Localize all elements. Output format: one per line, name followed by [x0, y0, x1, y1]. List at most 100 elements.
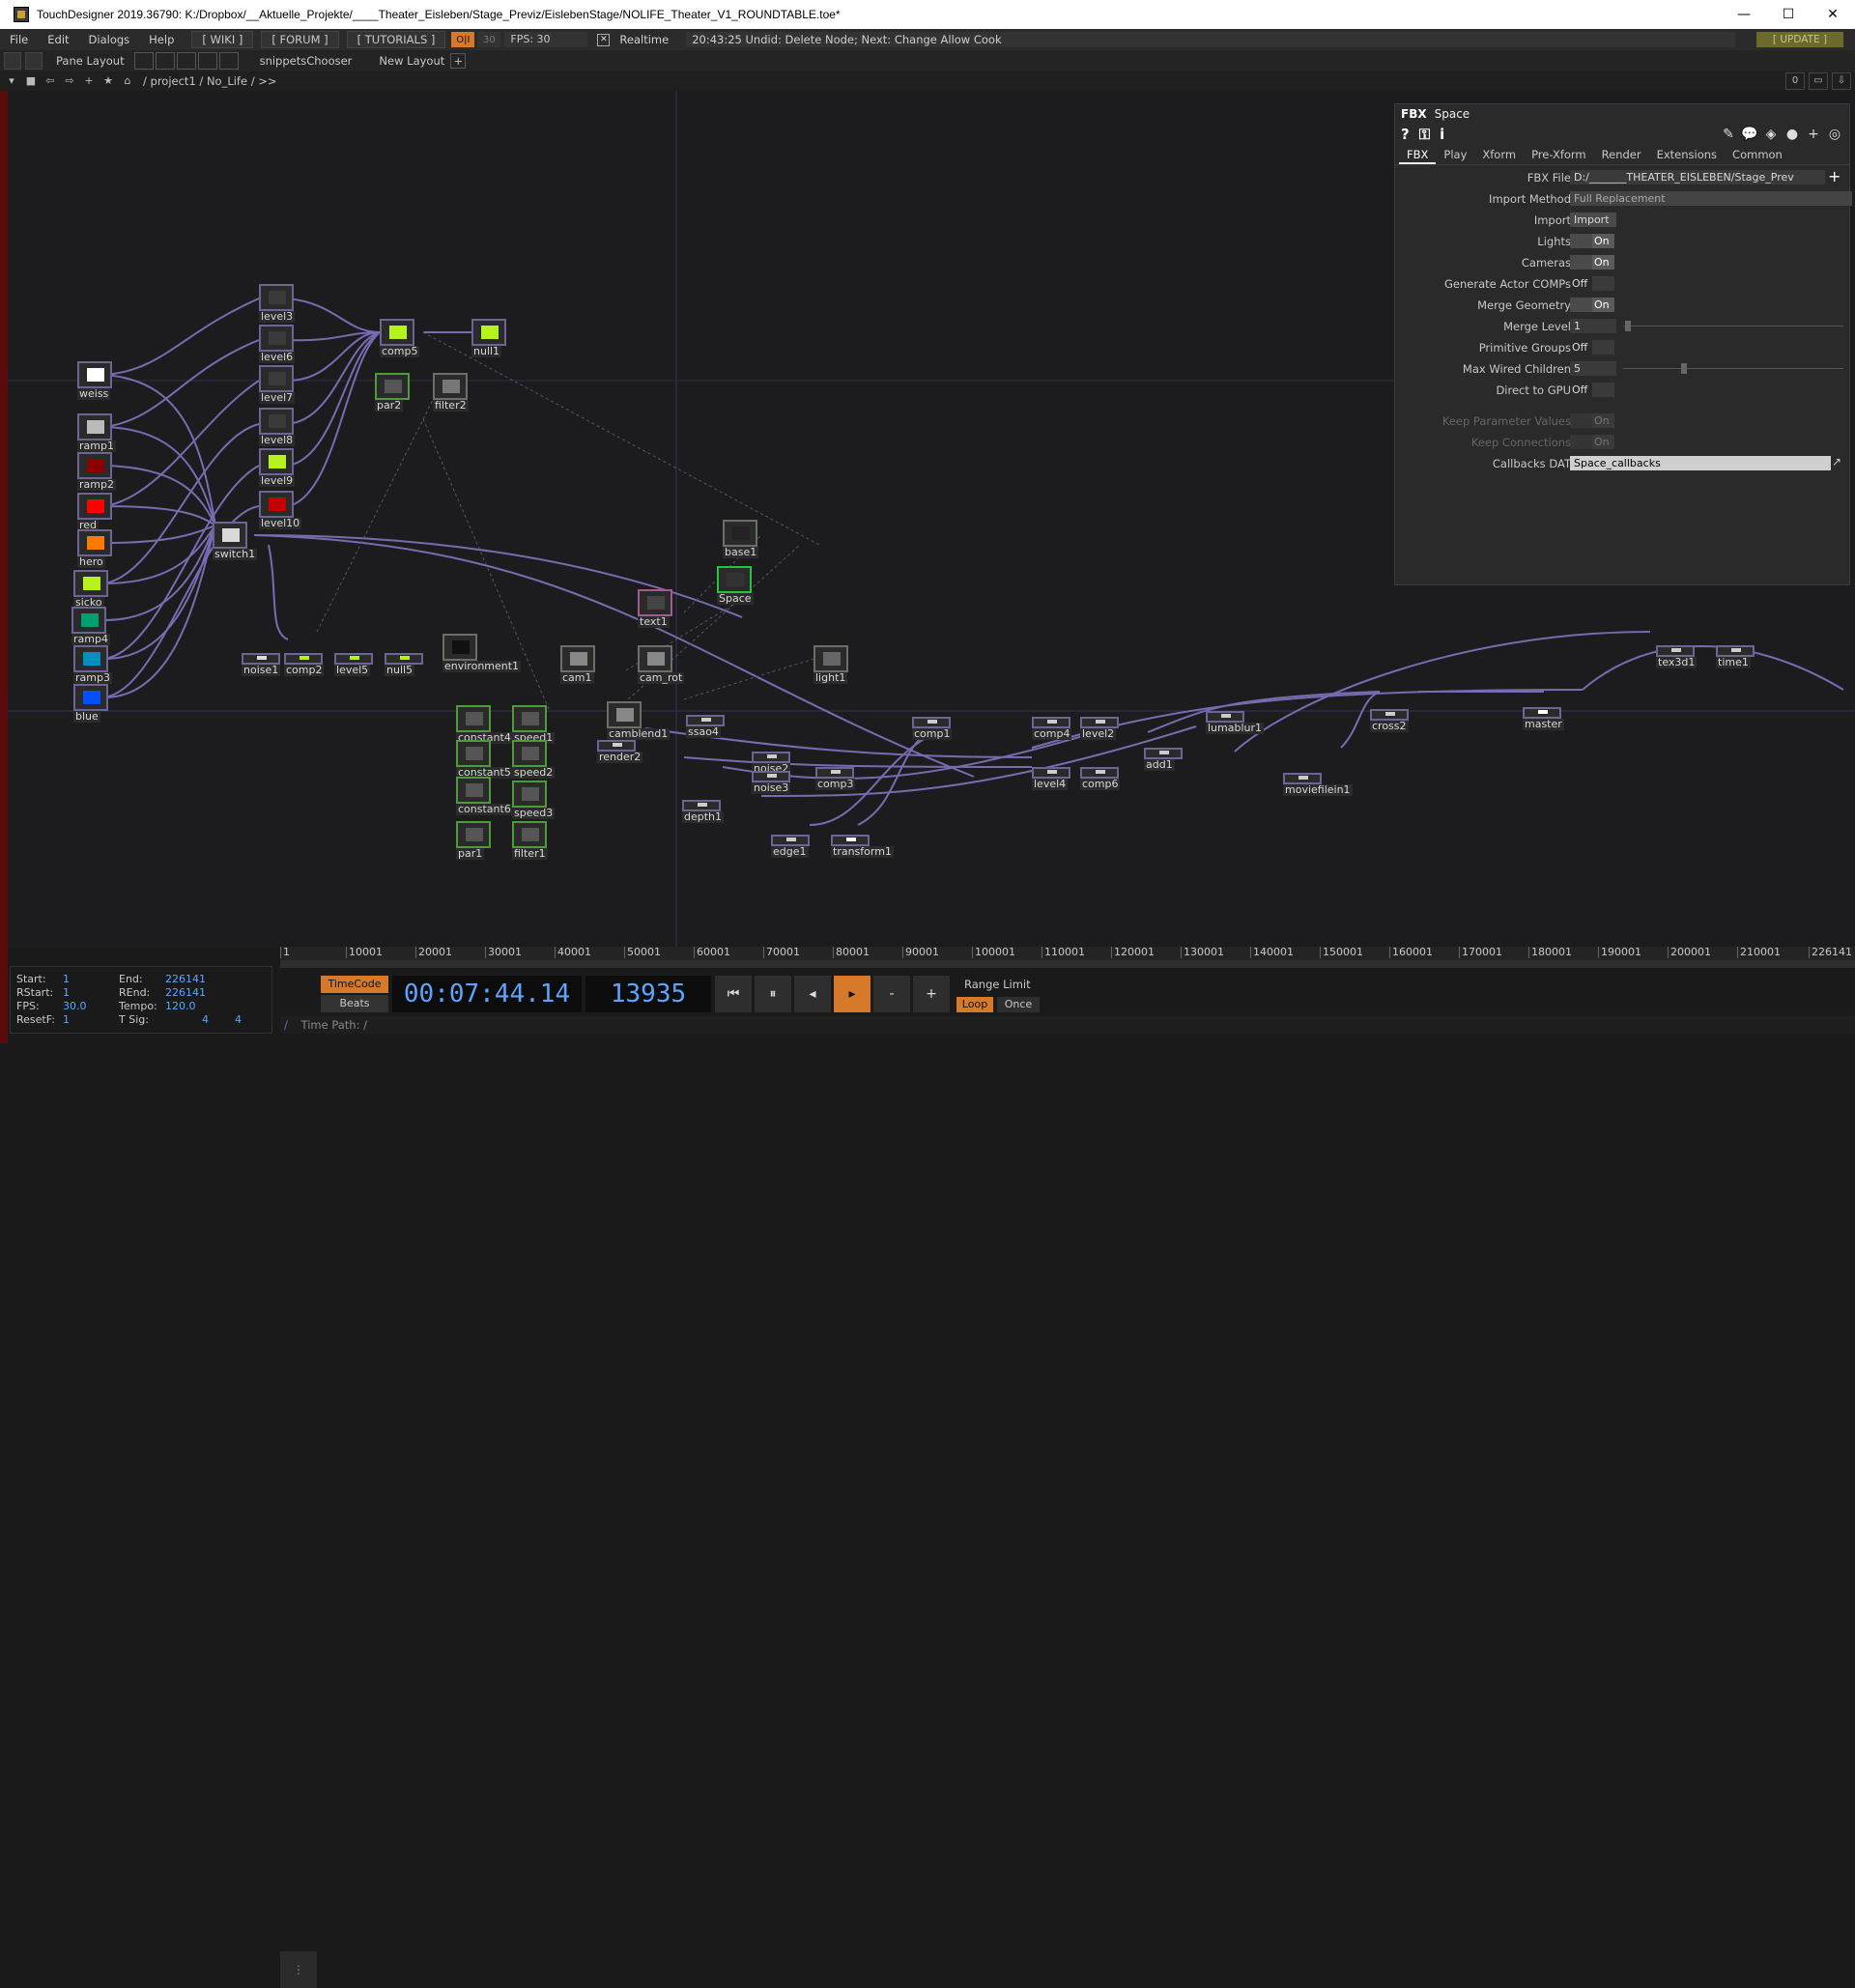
param-value[interactable]: On: [1570, 234, 1614, 248]
tsig-value-1[interactable]: 4: [202, 1013, 209, 1026]
param-value[interactable]: 1: [1570, 319, 1616, 333]
param-value[interactable]: Space_callbacks: [1570, 456, 1831, 470]
node-label[interactable]: Space: [717, 593, 754, 605]
start-value[interactable]: 1: [63, 973, 70, 985]
tsig-value-2[interactable]: 4: [235, 1013, 242, 1026]
resetf-value[interactable]: 1: [63, 1013, 70, 1026]
node-tile[interactable]: [73, 645, 108, 672]
toggle-track[interactable]: [1592, 276, 1614, 291]
node-tile[interactable]: [456, 821, 491, 848]
node-label[interactable]: level7: [259, 392, 296, 404]
layout-4[interactable]: [197, 52, 217, 70]
operator-name[interactable]: Space: [1435, 107, 1470, 121]
node-tile[interactable]: [456, 740, 491, 767]
node-tile[interactable]: [471, 319, 506, 346]
node-label[interactable]: base1: [723, 547, 759, 558]
step-plus-button[interactable]: +: [913, 976, 950, 1012]
node-label[interactable]: level5: [334, 665, 371, 676]
tab-extensions[interactable]: Extensions: [1649, 145, 1725, 164]
node-label[interactable]: level8: [259, 435, 296, 446]
toggle-track[interactable]: [1570, 413, 1592, 428]
tab-common[interactable]: Common: [1725, 145, 1790, 164]
node-label[interactable]: ramp4: [71, 634, 110, 645]
python-icon[interactable]: ●: [1784, 127, 1801, 142]
param-value[interactable]: On: [1570, 298, 1614, 312]
once-button[interactable]: Once: [997, 997, 1040, 1012]
node-label[interactable]: lumablur1: [1206, 723, 1265, 734]
node-tile[interactable]: [77, 493, 112, 520]
slider-handle[interactable]: [1625, 321, 1631, 331]
tab-pre-xform[interactable]: Pre-Xform: [1524, 145, 1594, 164]
tab-fbx[interactable]: FBX: [1399, 145, 1437, 164]
info-icon[interactable]: i: [1440, 126, 1444, 143]
node-label[interactable]: comp5: [380, 346, 420, 357]
node-label[interactable]: master: [1523, 719, 1564, 730]
back-icon[interactable]: ⇦: [43, 73, 58, 89]
node-label[interactable]: cam1: [560, 672, 594, 684]
node-tile[interactable]: [71, 607, 106, 634]
loop-button[interactable]: Loop: [956, 997, 993, 1012]
home-icon[interactable]: ⌂: [120, 73, 135, 89]
layout-1[interactable]: [133, 52, 154, 70]
node-label[interactable]: transform1: [831, 846, 894, 858]
param-value[interactable]: 5: [1570, 361, 1616, 376]
rend-value[interactable]: 226141: [165, 986, 206, 999]
node-tile[interactable]: [717, 566, 752, 593]
timeline-bar[interactable]: [280, 960, 1855, 968]
node-label[interactable]: filter1: [512, 848, 548, 860]
param-value[interactable]: Off: [1570, 340, 1614, 355]
tab-xform[interactable]: Xform: [1474, 145, 1524, 164]
node-tile[interactable]: [512, 781, 547, 808]
node-label[interactable]: par2: [375, 400, 404, 412]
node-label[interactable]: noise1: [242, 665, 281, 676]
node-tile[interactable]: [433, 373, 468, 400]
add-file-icon[interactable]: +: [1828, 167, 1841, 185]
timecode-button[interactable]: TimeCode: [321, 976, 388, 993]
param-value[interactable]: On: [1570, 255, 1614, 270]
node-label[interactable]: null5: [385, 665, 415, 676]
add-layout-button[interactable]: +: [450, 53, 467, 69]
forum-button[interactable]: [ FORUM ]: [261, 31, 339, 48]
play-button[interactable]: ▸: [834, 976, 870, 1012]
node-tile[interactable]: [259, 408, 294, 435]
add-icon[interactable]: +: [81, 73, 97, 89]
rstart-value[interactable]: 1: [63, 986, 70, 999]
node-tile[interactable]: [73, 570, 108, 597]
node-label[interactable]: ramp2: [77, 479, 116, 491]
breadcrumb[interactable]: / project1 / No_Life / >>: [143, 74, 277, 88]
rewind-button[interactable]: ⏮: [715, 976, 752, 1012]
node-tile[interactable]: [77, 529, 112, 556]
node-label[interactable]: level10: [259, 518, 302, 529]
toggle-state[interactable]: Off: [1570, 340, 1592, 355]
node-label[interactable]: time1: [1716, 657, 1751, 668]
layout-3[interactable]: [176, 52, 196, 70]
toggle-track[interactable]: [1570, 255, 1592, 270]
param-value[interactable]: Off: [1570, 276, 1614, 291]
star-icon[interactable]: ★: [100, 73, 116, 89]
open-dat-icon[interactable]: ↗: [1832, 455, 1841, 469]
node-label[interactable]: comp2: [284, 665, 325, 676]
toggle-state[interactable]: Off: [1570, 276, 1592, 291]
node-tile[interactable]: [442, 634, 477, 661]
node-tile[interactable]: [77, 413, 112, 440]
node-label[interactable]: speed2: [512, 767, 556, 779]
update-button[interactable]: [ UPDATE ]: [1756, 32, 1843, 47]
node-tile[interactable]: [607, 701, 642, 728]
tempo-value[interactable]: 120.0: [165, 1000, 196, 1012]
param-value[interactable]: Import: [1570, 213, 1616, 227]
cube-icon[interactable]: ◈: [1762, 127, 1780, 142]
beats-button[interactable]: Beats: [321, 995, 388, 1012]
node-label[interactable]: edge1: [771, 846, 809, 858]
maximize-pane-icon[interactable]: ▭: [1809, 72, 1828, 90]
toggle-state[interactable]: On: [1591, 298, 1614, 312]
end-value[interactable]: 226141: [165, 973, 206, 985]
snippets-chooser[interactable]: snippetsChooser: [260, 54, 353, 68]
node-tile[interactable]: [213, 522, 247, 549]
node-tile[interactable]: [456, 705, 491, 732]
node-label[interactable]: constant6: [456, 804, 513, 815]
close-button[interactable]: ✕: [1811, 0, 1855, 29]
node-tile[interactable]: [723, 520, 757, 547]
help-icon[interactable]: ?: [1401, 126, 1410, 143]
toggle-state[interactable]: On: [1591, 255, 1614, 270]
node-label[interactable]: level4: [1032, 779, 1069, 790]
